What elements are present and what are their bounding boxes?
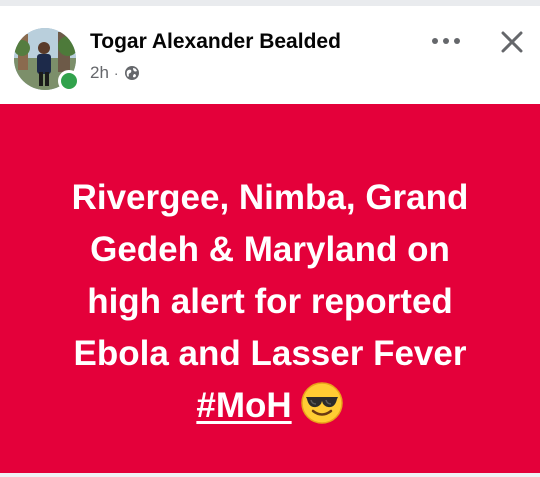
- bottom-divider: [0, 473, 540, 477]
- smiling-face-with-sunglasses-icon: [300, 381, 344, 440]
- post-background: Rivergee, Nimba, Grand Gedeh & Maryland …: [0, 104, 540, 473]
- meta-separator: ·: [113, 65, 119, 81]
- post-meta: 2h ·: [90, 63, 140, 83]
- post-text-line: high alert for reported: [87, 282, 453, 321]
- post-text-line: Gedeh & Maryland on: [90, 230, 450, 269]
- facebook-post: Togar Alexander Bealded 2h · Rivergee, N…: [0, 0, 540, 477]
- post-time[interactable]: 2h: [90, 63, 109, 83]
- author-name[interactable]: Togar Alexander Bealded: [90, 30, 341, 54]
- post-header: Togar Alexander Bealded 2h ·: [0, 6, 540, 104]
- more-options-button[interactable]: [424, 26, 468, 56]
- close-icon: [501, 31, 523, 53]
- post-text-line: Rivergee, Nimba, Grand: [71, 178, 469, 217]
- post-text-last-line: #MoH: [20, 380, 520, 440]
- post-text: Rivergee, Nimba, Grand Gedeh & Maryland …: [20, 172, 520, 440]
- online-status-indicator: [58, 70, 80, 92]
- globe-icon[interactable]: [124, 65, 140, 81]
- post-text-line: Ebola and Lasser Fever: [73, 334, 467, 373]
- close-button[interactable]: [492, 22, 532, 62]
- hashtag-link[interactable]: #MoH: [196, 386, 291, 425]
- more-horizontal-icon: [432, 38, 460, 44]
